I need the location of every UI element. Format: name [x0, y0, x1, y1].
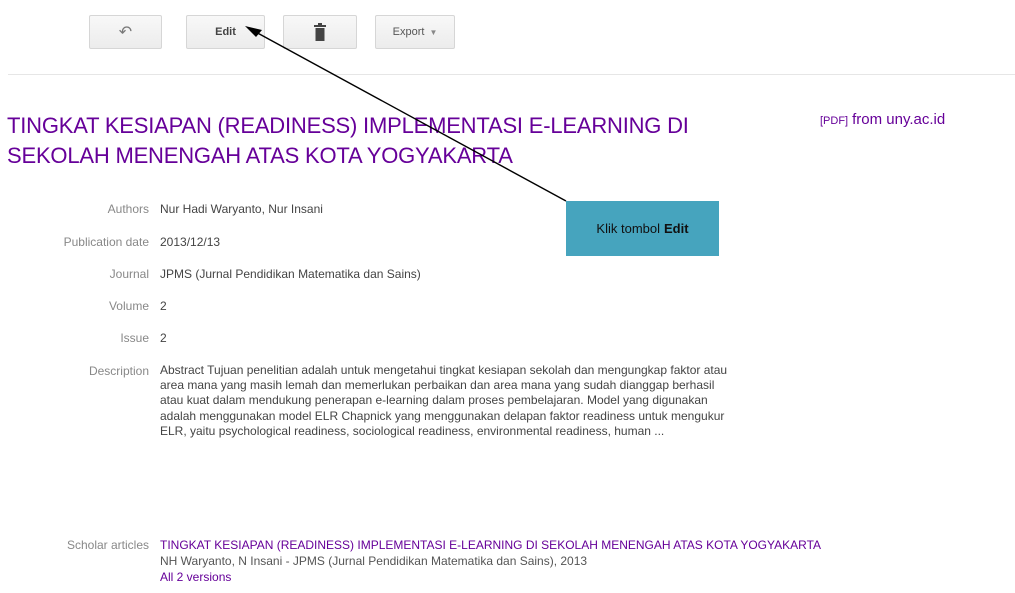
callout-bold: Edit	[664, 221, 689, 236]
callout-box: Klik tombol Edit	[566, 201, 719, 256]
annotation-arrow	[245, 26, 567, 202]
callout-text: Klik tombol	[596, 221, 660, 236]
arrowhead-icon	[245, 26, 262, 37]
